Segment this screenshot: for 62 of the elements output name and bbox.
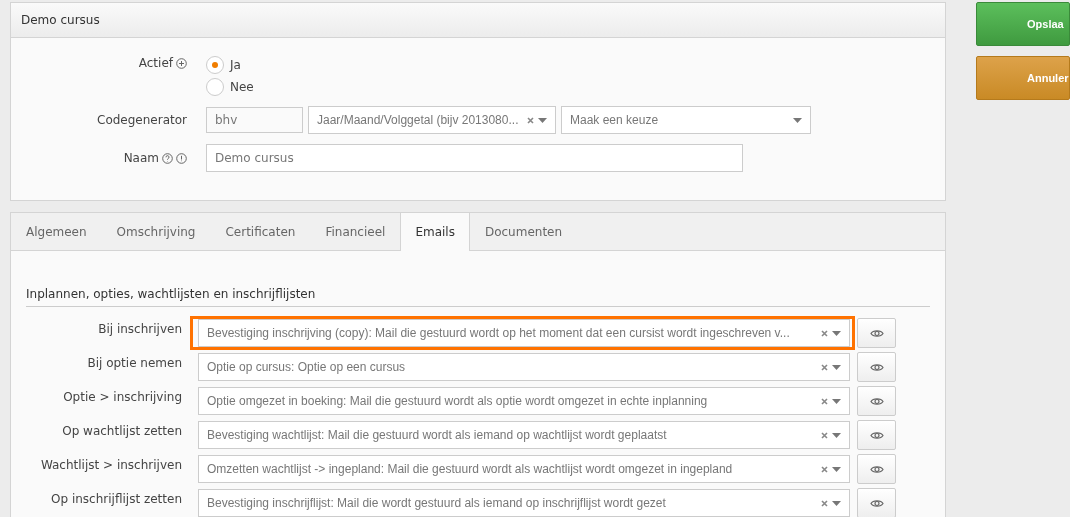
preview-button[interactable] <box>857 318 896 348</box>
field-label: Op wachtlijst zetten <box>61 423 183 438</box>
caret-icon <box>832 330 841 336</box>
clear-icon[interactable] <box>527 116 534 124</box>
caret-icon <box>832 398 841 404</box>
preview-button[interactable] <box>857 352 896 382</box>
save-button[interactable]: Opslaa <box>976 2 1070 46</box>
eye-icon <box>869 498 884 508</box>
caret-icon <box>538 117 547 123</box>
info-icon <box>176 152 187 164</box>
section-title: Inplannen, opties, wachtlijsten en inschrijflijsten <box>26 287 930 307</box>
name-field[interactable]: Demo cursus <box>206 144 743 172</box>
email-template-select[interactable]: Optie op cursus: Optie op een cursus <box>198 353 850 381</box>
clear-icon[interactable] <box>821 397 828 405</box>
radio-button[interactable] <box>206 56 224 74</box>
cancel-button[interactable]: Annuler <box>976 56 1070 100</box>
eye-icon <box>869 464 884 474</box>
field-label: Op inschrijflijst zetten <box>50 491 183 506</box>
tab[interactable]: Financieel <box>310 213 401 250</box>
field-label: Naam <box>123 151 159 165</box>
field-label: Bij inschrijven <box>97 321 183 336</box>
radio-option[interactable]: Nee <box>206 78 254 96</box>
eye-icon <box>869 328 884 338</box>
eye-icon <box>869 430 884 440</box>
field-label: Codegenerator <box>97 113 187 127</box>
clear-icon[interactable] <box>821 329 828 337</box>
email-template-select[interactable]: Omzetten wachtlijst -> ingepland: Mail die gestuurd wordt als wachtlijst wordt omgezet in ingepland <box>198 455 850 483</box>
plus-icon <box>176 57 187 69</box>
caret-icon <box>832 500 841 506</box>
tab[interactable]: Omschrijving <box>101 213 211 250</box>
eye-icon <box>869 362 884 372</box>
preview-button[interactable] <box>857 488 896 517</box>
clear-icon[interactable] <box>821 499 828 507</box>
email-template-select[interactable]: Bevestiging wachtlijst: Mail die gestuurd wordt als iemand op wachtlijst wordt geplaatst <box>198 421 850 449</box>
caret-icon <box>832 432 841 438</box>
help-icon <box>162 152 173 164</box>
tab[interactable]: Certificaten <box>210 213 311 250</box>
field-label: Bij optie nemen <box>86 355 183 370</box>
format-select[interactable]: Jaar/Maand/Volggetal (bijv 2013080... <box>308 106 556 134</box>
radio-option[interactable]: Ja <box>206 56 254 74</box>
clear-icon[interactable] <box>821 465 828 473</box>
email-template-select[interactable]: Bevestiging inschrijflijst: Mail die wordt gestuurd als iemand op inschrijflijst wordt gezet <box>198 489 850 517</box>
preview-button[interactable] <box>857 420 896 450</box>
prefix-field[interactable]: bhv <box>206 107 303 133</box>
choice-select[interactable]: Maak een keuze <box>561 106 811 134</box>
field-label: Optie > inschrijving <box>62 389 183 404</box>
field-label: Actief <box>138 56 173 70</box>
tab[interactable]: Documenten <box>469 213 578 250</box>
eye-icon <box>869 396 884 406</box>
email-template-select[interactable]: Optie omgezet in boeking: Mail die gestuurd wordt als optie wordt omgezet in echte inplanning <box>198 387 850 415</box>
field-label: Wachtlijst > inschrijven <box>39 457 183 472</box>
preview-button[interactable] <box>857 386 896 416</box>
caret-icon <box>832 364 841 370</box>
tab[interactable]: Emails <box>400 213 470 251</box>
clear-icon[interactable] <box>821 431 828 439</box>
radio-button[interactable] <box>206 78 224 96</box>
tab[interactable]: Algemeen <box>11 213 102 250</box>
preview-button[interactable] <box>857 454 896 484</box>
clear-icon[interactable] <box>821 363 828 371</box>
caret-icon <box>793 117 802 123</box>
email-template-select[interactable]: Bevestiging inschrijving (copy): Mail die gestuurd wordt op het moment dat een cursist wordt ingeschreven v... <box>198 319 850 347</box>
caret-icon <box>832 466 841 472</box>
